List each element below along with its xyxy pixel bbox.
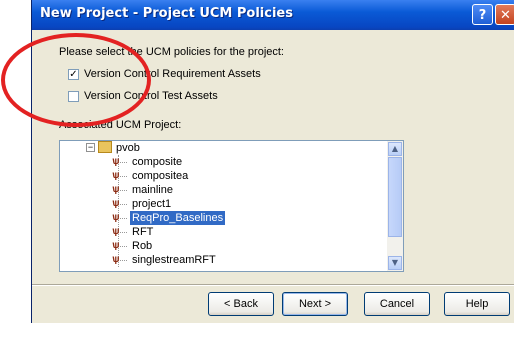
ucm-project-icon: ѱ [112,198,120,209]
ucm-project-icon: ѱ [112,184,120,195]
tree-item[interactable]: ѱ RFT [60,225,388,239]
tree-root[interactable]: − pvob [60,141,388,155]
ucm-project-icon: ѱ [112,254,120,265]
tree-item[interactable]: ѱ composite [60,155,388,169]
next-button[interactable]: Next > [282,292,348,316]
tree-item[interactable]: ѱ singlestreamRFT [60,253,388,267]
tree-item-label: composite [132,156,183,168]
tree-item-label: mainline [132,184,173,196]
cancel-button[interactable]: Cancel [364,292,430,316]
scroll-down-icon[interactable]: ▼ [388,256,402,270]
help-button[interactable]: Help [444,292,510,316]
checkbox-version-control-requirement-assets[interactable]: ✓ [68,69,79,80]
back-button[interactable]: < Back [208,292,274,316]
tree-item-label: singlestreamRFT [132,254,216,266]
title-bar[interactable]: New Project - Project UCM Policies ? ✕ [32,0,514,30]
project-ucm-policies-dialog: New Project - Project UCM Policies ? ✕ P… [31,0,514,323]
instruction-text: Please select the UCM policies for the p… [59,46,284,58]
button-separator [32,284,514,286]
associated-ucm-project-label: Associated UCM Project: [59,119,182,131]
ucm-project-icon: ѱ [112,170,120,181]
tree-item[interactable]: ѱ Rob [60,239,388,253]
tree-item[interactable]: ѱ project1 [60,197,388,211]
tree-item[interactable]: ѱ mainline [60,183,388,197]
tree-item-label: Rob [132,240,153,252]
tree-scrollbar[interactable]: ▲ ▼ [387,141,403,271]
help-title-button[interactable]: ? [472,4,493,25]
checkbox-version-control-test-assets[interactable] [68,91,79,102]
ucm-project-tree[interactable]: − pvob ѱ composite ѱ compositea ѱ mainli… [59,140,404,272]
scroll-thumb[interactable] [388,157,402,237]
ucm-project-icon: ѱ [112,226,120,237]
checkbox-label-test-assets[interactable]: Version Control Test Assets [84,90,218,102]
tree-item-label: compositea [132,170,189,182]
tree-root-label: pvob [116,142,140,154]
tree-item-label: project1 [132,198,172,210]
ucm-project-icon: ѱ [112,240,120,251]
checkbox-label-requirement-assets[interactable]: Version Control Requirement Assets [84,68,261,80]
scroll-up-icon[interactable]: ▲ [388,142,402,156]
collapse-icon[interactable]: − [86,143,95,152]
tree-item-label: ReqPro_Baselines [130,211,226,225]
ucm-project-icon: ѱ [112,212,120,223]
close-button[interactable]: ✕ [495,4,514,25]
vob-folder-icon [98,141,112,153]
tree-item-label: RFT [132,226,154,238]
window-title: New Project - Project UCM Policies [40,6,293,21]
ucm-project-icon: ѱ [112,156,120,167]
tree-item[interactable]: ѱ compositea [60,169,388,183]
tree-item-selected[interactable]: ѱ ReqPro_Baselines [60,211,388,225]
